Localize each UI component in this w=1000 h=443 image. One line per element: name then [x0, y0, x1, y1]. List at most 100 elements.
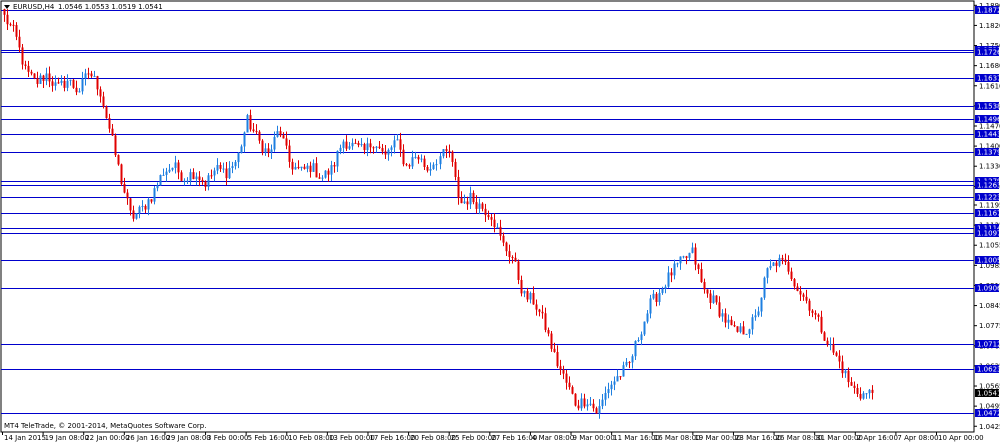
candle[interactable]: [171, 167, 174, 172]
candle[interactable]: [282, 132, 285, 139]
candle[interactable]: [21, 44, 24, 70]
candle[interactable]: [583, 393, 586, 409]
chart-window[interactable]: 1.18901.18201.17501.16801.16101.15401.14…: [0, 0, 1000, 443]
candle[interactable]: [144, 204, 147, 213]
candle[interactable]: [781, 254, 784, 265]
candle[interactable]: [778, 254, 781, 268]
candle[interactable]: [595, 406, 598, 414]
candle[interactable]: [547, 327, 550, 337]
candle[interactable]: [12, 20, 15, 32]
candle[interactable]: [673, 259, 676, 280]
candle[interactable]: [796, 283, 799, 292]
candle[interactable]: [442, 149, 445, 159]
candle[interactable]: [243, 131, 246, 153]
candle[interactable]: [309, 161, 312, 178]
candle[interactable]: [408, 163, 411, 169]
candle[interactable]: [420, 154, 423, 163]
candle[interactable]: [745, 333, 748, 335]
candle[interactable]: [616, 369, 619, 382]
candle[interactable]: [399, 132, 402, 157]
candle[interactable]: [204, 180, 207, 191]
candle[interactable]: [490, 214, 493, 227]
candle[interactable]: [132, 205, 135, 222]
candle[interactable]: [393, 135, 396, 154]
candle[interactable]: [484, 203, 487, 222]
candle[interactable]: [237, 152, 240, 169]
candle[interactable]: [93, 70, 96, 78]
candle[interactable]: [865, 392, 868, 399]
candle[interactable]: [129, 197, 132, 216]
candle[interactable]: [84, 68, 87, 86]
candle[interactable]: [258, 130, 261, 144]
candle[interactable]: [772, 262, 775, 267]
candle[interactable]: [679, 256, 682, 270]
candle[interactable]: [315, 157, 318, 178]
candle[interactable]: [697, 263, 700, 275]
candle[interactable]: [766, 267, 769, 284]
candle[interactable]: [417, 154, 420, 164]
candle[interactable]: [655, 292, 658, 307]
candle[interactable]: [105, 105, 108, 119]
candle[interactable]: [790, 267, 793, 282]
candle[interactable]: [330, 160, 333, 181]
candle[interactable]: [228, 161, 231, 180]
candle[interactable]: [360, 137, 363, 147]
candle[interactable]: [838, 350, 841, 369]
candle[interactable]: [186, 177, 189, 185]
candle[interactable]: [517, 259, 520, 285]
candle[interactable]: [667, 266, 670, 288]
candle[interactable]: [306, 163, 309, 173]
candle[interactable]: [610, 380, 613, 396]
candle[interactable]: [823, 331, 826, 342]
candle[interactable]: [321, 175, 324, 182]
candle[interactable]: [192, 168, 195, 180]
candle[interactable]: [604, 386, 607, 406]
candle[interactable]: [294, 162, 297, 170]
candle[interactable]: [619, 376, 622, 380]
candle[interactable]: [559, 359, 562, 376]
candle[interactable]: [231, 161, 234, 174]
candle[interactable]: [712, 290, 715, 304]
candle[interactable]: [435, 159, 438, 171]
candle[interactable]: [760, 297, 763, 317]
candle[interactable]: [577, 399, 580, 411]
candle[interactable]: [432, 162, 435, 170]
candle[interactable]: [300, 166, 303, 171]
candle[interactable]: [808, 298, 811, 317]
candle[interactable]: [499, 219, 502, 241]
candle[interactable]: [36, 71, 39, 88]
candle[interactable]: [48, 66, 51, 88]
candle[interactable]: [369, 138, 372, 154]
candle[interactable]: [574, 393, 577, 407]
candle[interactable]: [114, 133, 117, 157]
candle[interactable]: [727, 314, 730, 329]
candle[interactable]: [748, 328, 751, 339]
candle[interactable]: [312, 159, 315, 172]
candle[interactable]: [850, 377, 853, 386]
candle[interactable]: [102, 91, 105, 109]
candle[interactable]: [775, 260, 778, 273]
candle[interactable]: [198, 171, 201, 187]
candle[interactable]: [9, 22, 12, 27]
candle[interactable]: [168, 163, 171, 173]
candle[interactable]: [342, 139, 345, 154]
candle[interactable]: [336, 150, 339, 173]
candle[interactable]: [643, 321, 646, 337]
candle[interactable]: [535, 299, 538, 316]
candle[interactable]: [18, 29, 21, 53]
candle[interactable]: [718, 296, 721, 318]
candle[interactable]: [423, 155, 426, 170]
candle[interactable]: [6, 9, 9, 30]
candle[interactable]: [45, 67, 48, 86]
candle[interactable]: [589, 396, 592, 406]
candle[interactable]: [514, 252, 517, 262]
candle[interactable]: [631, 354, 634, 369]
candle[interactable]: [15, 22, 18, 41]
candle[interactable]: [463, 194, 466, 205]
chart-menu-triangle-icon[interactable]: [4, 5, 10, 9]
candle[interactable]: [841, 355, 844, 378]
candle[interactable]: [159, 174, 162, 186]
candle[interactable]: [246, 113, 249, 133]
candle[interactable]: [378, 141, 381, 149]
candle[interactable]: [42, 74, 45, 88]
